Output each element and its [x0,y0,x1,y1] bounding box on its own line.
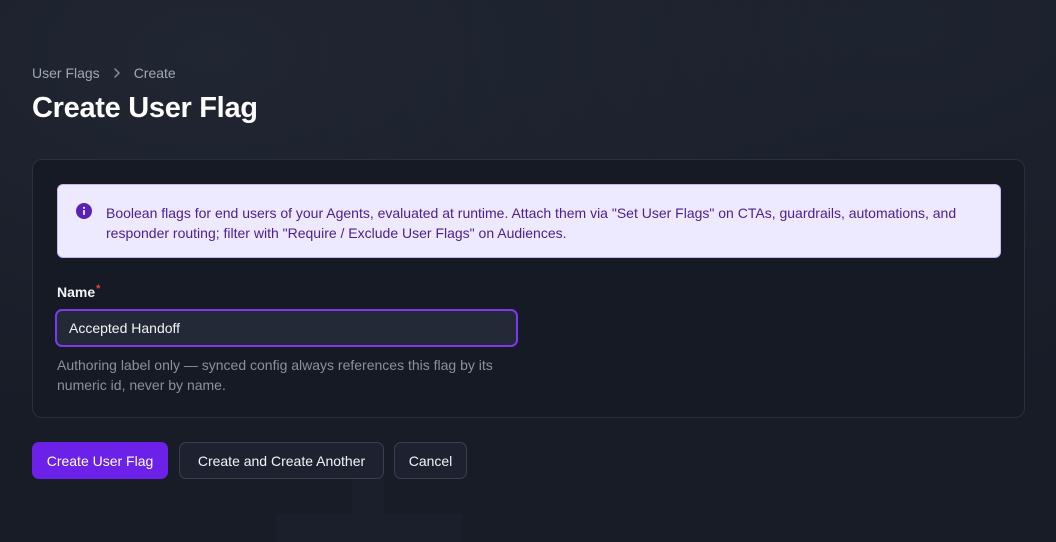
background-shape [276,514,462,542]
cancel-button[interactable]: Cancel [394,442,467,479]
create-user-flag-button[interactable]: Create User Flag [32,442,168,479]
info-text: Boolean flags for end users of your Agen… [106,205,957,241]
name-helper-text: Authoring label only — synced config alw… [57,357,493,393]
info-circle-icon [76,203,92,219]
chevron-right-icon [113,68,120,78]
breadcrumb: User Flags Create [32,65,176,81]
page-title: Create User Flag [32,92,258,124]
name-input[interactable] [55,309,518,347]
background-shape [352,478,384,514]
breadcrumb-link-user-flags[interactable]: User Flags [32,65,100,81]
required-marker: * [96,283,101,295]
form-card: Boolean flags for end users of your Agen… [32,159,1025,418]
info-alert: Boolean flags for end users of your Agen… [57,184,1001,258]
name-label-text: Name [57,284,96,300]
name-label: Name* [57,283,101,300]
create-another-button[interactable]: Create and Create Another [179,442,384,479]
breadcrumb-current: Create [133,65,176,81]
